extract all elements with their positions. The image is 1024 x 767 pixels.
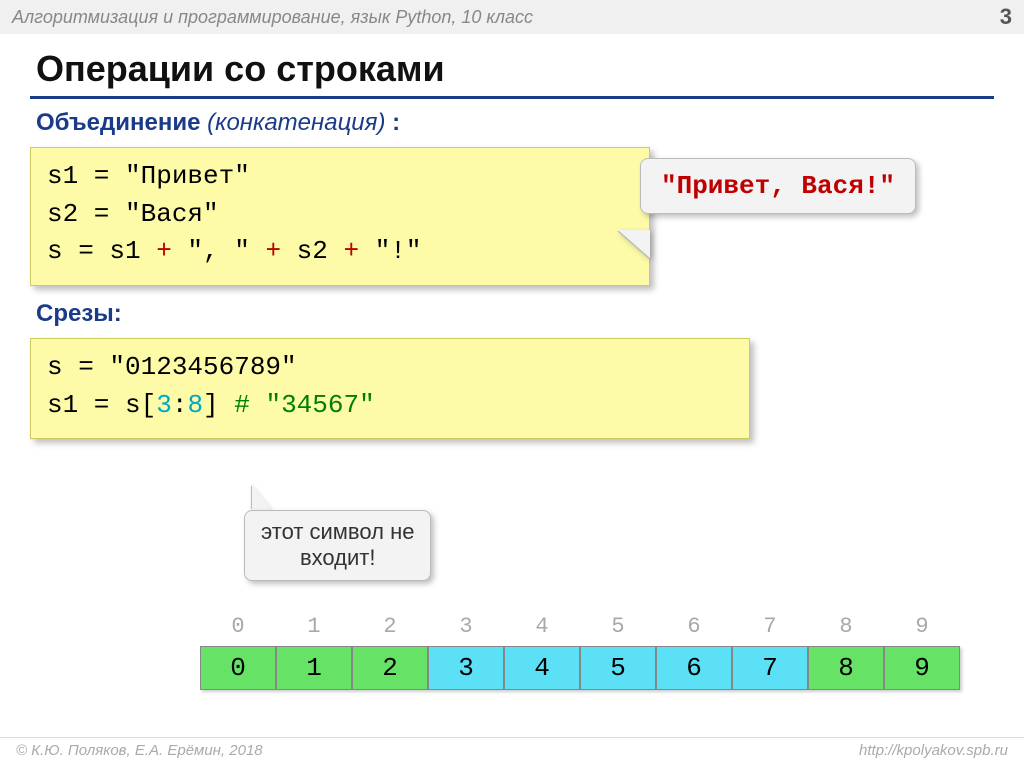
callout-tail-icon	[618, 230, 650, 258]
callout-result: "Привет, Вася!"	[640, 158, 916, 214]
footer-right: http://kpolyakov.spb.ru	[859, 742, 1008, 759]
table-cell: 5	[580, 646, 656, 690]
index-cell: 4	[504, 614, 580, 639]
callout2-tail-icon	[252, 486, 272, 510]
table-row: 0123456789	[200, 646, 960, 690]
code-line: s1 = s[3:8] # "34567"	[47, 387, 733, 425]
table-cell: 7	[732, 646, 808, 690]
table-cell: 6	[656, 646, 732, 690]
code-line: s1 = "Привет"	[47, 158, 633, 196]
slide-content: Операции со строками Объединение (конкат…	[0, 34, 1024, 439]
breadcrumb: Алгоритмизация и программирование, язык …	[12, 7, 533, 28]
index-cell: 0	[200, 614, 276, 639]
section2-colon: :	[114, 300, 122, 327]
table-cell: 0	[200, 646, 276, 690]
index-cell: 8	[808, 614, 884, 639]
code-line: s = "0123456789"	[47, 349, 733, 387]
codebox-1: s1 = "Привет" s2 = "Вася" s = s1 + ", " …	[30, 147, 650, 286]
page-number: 3	[1000, 4, 1012, 30]
table-cell: 2	[352, 646, 428, 690]
header-bar: Алгоритмизация и программирование, язык …	[0, 0, 1024, 34]
footer: © К.Ю. Поляков, Е.А. Ерёмин, 2018 http:/…	[0, 737, 1024, 763]
section2-label-bold: Срезы	[36, 300, 114, 327]
code-line: s = s1 + ", " + s2 + "!"	[47, 233, 633, 271]
page-title: Операции со строками	[36, 48, 994, 90]
index-cell: 9	[884, 614, 960, 639]
callout-note-line: входит!	[261, 545, 414, 571]
code-line: s2 = "Вася"	[47, 196, 633, 234]
footer-left: © К.Ю. Поляков, Е.А. Ерёмин, 2018	[16, 742, 263, 759]
table-cell: 4	[504, 646, 580, 690]
section1-colon: :	[385, 109, 400, 136]
callout-note: этот символ не входит!	[244, 510, 431, 581]
section1-label-italic: (конкатенация)	[207, 109, 385, 136]
callout-note-line: этот символ не	[261, 519, 414, 545]
index-cell: 2	[352, 614, 428, 639]
index-cell: 5	[580, 614, 656, 639]
title-divider	[30, 96, 994, 99]
table-cell: 1	[276, 646, 352, 690]
index-row: 0123456789	[200, 614, 960, 639]
section1-label-bold: Объединение	[36, 109, 200, 136]
index-cell: 7	[732, 614, 808, 639]
index-cell: 1	[276, 614, 352, 639]
table-cell: 8	[808, 646, 884, 690]
codebox-2: s = "0123456789" s1 = s[3:8] # "34567"	[30, 338, 750, 439]
section1-label: Объединение (конкатенация) :	[36, 109, 994, 137]
index-cell: 6	[656, 614, 732, 639]
index-cell: 3	[428, 614, 504, 639]
table-cell: 3	[428, 646, 504, 690]
section2-label: Срезы:	[36, 300, 994, 328]
table-cell: 9	[884, 646, 960, 690]
